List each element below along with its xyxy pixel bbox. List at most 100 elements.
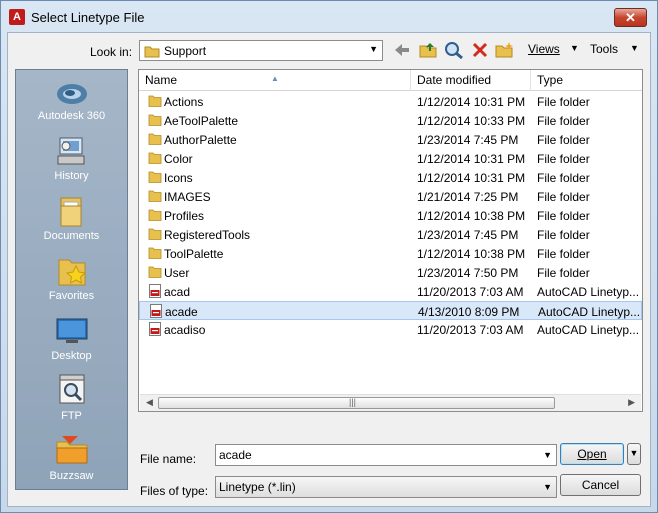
file-type: AutoCAD Linetyp... [538, 305, 641, 319]
file-row[interactable]: acad 11/20/2013 7:03 AM AutoCAD Linetyp... [139, 282, 642, 301]
place-label: Desktop [51, 350, 92, 362]
documents-icon [60, 197, 82, 227]
file-row[interactable]: RegisteredTools 1/23/2014 7:45 PM File fol… [139, 225, 642, 244]
file-type: AutoCAD Linetyp... [537, 323, 640, 337]
folder-icon [148, 95, 162, 107]
file-date: 1/12/2014 10:31 PM [417, 152, 526, 166]
filename-label: File name: [140, 452, 197, 466]
chevron-down-icon: ▼ [369, 44, 378, 54]
place-label: Buzzsaw [49, 470, 94, 482]
close-button[interactable]: ✕ [614, 8, 647, 27]
file-date: 1/23/2014 7:50 PM [417, 266, 519, 280]
places-bar: Autodesk 360 History Documents Favorites… [15, 69, 128, 490]
file-row[interactable]: IMAGES 1/21/2014 7:25 PM File folder [139, 187, 642, 206]
file-row[interactable]: AeToolPalette 1/12/2014 10:33 PM File fold… [139, 111, 642, 130]
file-row[interactable]: ToolPalette 1/12/2014 10:38 PM File folder [139, 244, 642, 263]
place-documents[interactable]: Documents [16, 190, 127, 250]
filename-input[interactable]: acade ▼ [215, 444, 557, 466]
open-label: Open [577, 447, 607, 461]
filetype-select[interactable]: Linetype (*.lin) ▼ [215, 476, 557, 498]
column-header-type[interactable]: Type [531, 70, 642, 91]
up-folder-icon[interactable] [418, 41, 438, 59]
file-name: acad [164, 285, 191, 299]
file-row[interactable]: Icons 1/12/2014 10:31 PM File folder [139, 168, 642, 187]
dialog-title: Select Linetype File [31, 10, 145, 25]
file-type: File folder [537, 190, 590, 204]
autodesk-360-icon [57, 84, 87, 104]
file-list[interactable]: ▲ Name Date modified Type Actions 1/12/20… [138, 69, 643, 412]
column-header-date[interactable]: Date modified [411, 70, 531, 91]
linetype-file-icon [149, 284, 161, 298]
place-favorites[interactable]: Favorites [16, 250, 127, 310]
folder-icon [144, 46, 160, 58]
tools-chevron-down-icon[interactable]: ▼ [630, 43, 639, 53]
open-button[interactable]: Open [560, 443, 624, 465]
open-options-button[interactable]: ▼ [627, 443, 641, 465]
place-desktop[interactable]: Desktop [16, 310, 127, 370]
file-date: 4/13/2010 8:09 PM [418, 305, 520, 319]
views-menu[interactable]: Views [528, 42, 560, 56]
column-header-name[interactable]: ▲ Name [139, 70, 411, 91]
dialog-window: A Select Linetype File ✕ Look in: Suppor… [0, 0, 658, 513]
column-label: Date modified [417, 73, 492, 87]
back-arrow-icon[interactable] [392, 41, 412, 59]
scrollbar-thumb[interactable]: ||| [158, 397, 555, 409]
linetype-file-icon [149, 322, 161, 336]
dialog-body: Look in: Support ▼ Views ▼ Tools ▼ Autod… [7, 32, 651, 507]
lookin-value: Support [164, 44, 207, 58]
file-row[interactable]: acade 4/13/2010 8:09 PM AutoCAD Linetyp... [139, 301, 642, 320]
file-type: File folder [537, 171, 590, 185]
new-folder-icon[interactable] [494, 41, 514, 59]
file-date: 1/12/2014 10:31 PM [417, 171, 526, 185]
horizontal-scrollbar[interactable]: ◀ ||| ▶ [140, 394, 641, 411]
desktop-icon [56, 318, 88, 343]
file-row[interactable]: Color 1/12/2014 10:31 PM File folder [139, 149, 642, 168]
file-name: Profiles [164, 209, 205, 223]
file-date: 1/12/2014 10:33 PM [417, 114, 526, 128]
file-date: 1/12/2014 10:38 PM [417, 209, 526, 223]
filename-value: acade [219, 448, 252, 462]
place-label: Documents [43, 230, 100, 242]
delete-icon[interactable] [470, 41, 490, 59]
column-header-row: ▲ Name Date modified Type [139, 70, 642, 91]
file-type: File folder [537, 114, 590, 128]
file-type: File folder [537, 209, 590, 223]
cancel-button[interactable]: Cancel [560, 474, 641, 496]
folder-icon [148, 190, 162, 202]
place-label: Favorites [48, 290, 95, 302]
place-label: FTP [61, 410, 82, 422]
file-row[interactable]: Profiles 1/12/2014 10:38 PM File folder [139, 206, 642, 225]
place-ftp[interactable]: FTP [16, 370, 127, 430]
scroll-right-icon[interactable]: ▶ [628, 397, 635, 408]
place-buzzsaw[interactable]: Buzzsaw [16, 430, 127, 490]
file-name: AuthorPalette [164, 133, 237, 147]
folder-icon [148, 152, 162, 164]
lookin-label: Look in: [90, 45, 133, 59]
ftp-icon [59, 374, 85, 404]
scroll-left-icon[interactable]: ◀ [146, 397, 153, 408]
file-row[interactable]: Actions 1/12/2014 10:31 PM File folder [139, 92, 642, 111]
lookin-combo[interactable]: Support ▼ [139, 40, 383, 61]
file-row[interactable]: acadiso 11/20/2013 7:03 AM AutoCAD Linetyp… [139, 320, 642, 339]
file-date: 1/12/2014 10:31 PM [417, 95, 526, 109]
file-type: File folder [537, 152, 590, 166]
file-date: 1/23/2014 7:45 PM [417, 133, 519, 147]
folder-icon [148, 133, 162, 145]
file-type: AutoCAD Linetyp... [537, 285, 640, 299]
column-label: Type [537, 73, 564, 87]
file-name: Color [164, 152, 193, 166]
folder-icon [148, 171, 162, 183]
views-chevron-down-icon[interactable]: ▼ [570, 43, 579, 53]
file-type: File folder [537, 95, 590, 109]
chevron-down-icon[interactable]: ▼ [543, 450, 552, 460]
file-row[interactable]: AuthorPalette 1/23/2014 7:45 PM File folde… [139, 130, 642, 149]
tools-menu[interactable]: Tools [590, 42, 618, 56]
place-history[interactable]: History [16, 130, 127, 190]
search-web-icon[interactable] [444, 41, 464, 59]
favorites-icon [58, 259, 87, 286]
file-type: File folder [537, 133, 590, 147]
file-row[interactable]: User 1/23/2014 7:50 PM File folder [139, 263, 642, 282]
file-type: File folder [537, 266, 590, 280]
file-name: User [164, 266, 190, 280]
place-autodesk-360[interactable]: Autodesk 360 [16, 70, 127, 130]
